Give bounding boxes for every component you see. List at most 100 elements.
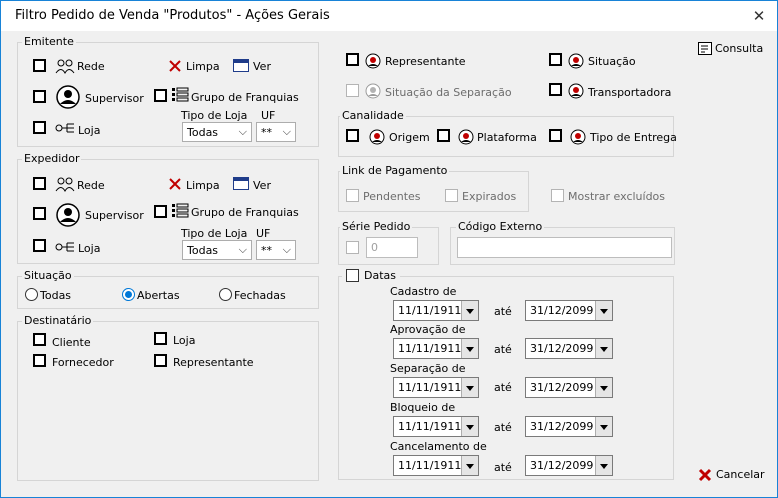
expedidor-uf-value: ** xyxy=(261,244,272,257)
expedidor-legend: Expedidor xyxy=(22,152,82,165)
dropdown-arrow-icon[interactable] xyxy=(461,378,478,397)
aprovacao-label: Aprovação de xyxy=(390,323,466,336)
dropdown-arrow-icon[interactable] xyxy=(595,417,612,436)
dropdown-arrow-icon[interactable] xyxy=(461,301,478,320)
emitente-supervisor-checkbox[interactable] xyxy=(33,90,46,103)
situacao-fechadas-radio[interactable] xyxy=(219,288,232,301)
close-button[interactable]: ✕ xyxy=(749,7,769,25)
bloqueio-label: Bloqueio de xyxy=(390,401,456,414)
cadastro-label: Cadastro de xyxy=(390,285,457,298)
dropdown-arrow-icon[interactable] xyxy=(461,456,478,475)
expedidor-tipo-loja-select[interactable]: Todas ⌵ xyxy=(182,240,252,260)
person-badge-icon xyxy=(369,129,385,145)
situacao-separacao-label: Situação da Separação xyxy=(385,86,512,99)
situacao-legend: Situação xyxy=(22,269,74,282)
situacao-filter-checkbox[interactable] xyxy=(549,53,562,66)
emitente-grupo-checkbox[interactable] xyxy=(154,89,167,102)
separacao-to-date[interactable]: 31/12/2099 xyxy=(525,377,613,398)
list-icon xyxy=(172,203,189,218)
expedidor-limpa-button[interactable]: Limpa xyxy=(186,179,220,192)
expedidor-ver-button[interactable]: Ver xyxy=(253,179,271,192)
mostrar-excluidos-checkbox[interactable] xyxy=(551,189,564,202)
expedidor-supervisor-checkbox[interactable] xyxy=(33,207,46,220)
situacao-separacao-checkbox[interactable] xyxy=(346,84,359,97)
situacao-filter-label: Situação xyxy=(588,55,636,68)
search-document-icon xyxy=(698,42,712,55)
bloqueio-to-date[interactable]: 31/12/2099 xyxy=(525,416,613,437)
destinatario-cliente-label: Cliente xyxy=(52,336,91,349)
emitente-ver-button[interactable]: Ver xyxy=(253,60,271,73)
datas-checkbox[interactable] xyxy=(346,269,359,282)
separacao-from-date[interactable]: 11/11/1911 xyxy=(393,377,479,398)
emitente-uf-select[interactable]: ** ⌵ xyxy=(256,122,296,142)
bloqueio-from-value: 11/11/1911 xyxy=(398,420,462,433)
transportadora-checkbox[interactable] xyxy=(549,83,562,96)
destinatario-representante-checkbox[interactable] xyxy=(154,354,167,367)
cancelamento-to-value: 31/12/2099 xyxy=(530,459,594,472)
bloqueio-from-date[interactable]: 11/11/1911 xyxy=(393,416,479,437)
emitente-rede-checkbox[interactable] xyxy=(33,59,46,72)
expirados-label: Expirados xyxy=(462,190,517,203)
cadastro-from-date[interactable]: 11/11/1911 xyxy=(393,300,479,321)
aprovacao-to-date[interactable]: 31/12/2099 xyxy=(525,338,613,359)
expedidor-uf-select[interactable]: ** ⌵ xyxy=(256,240,296,260)
separacao-from-value: 11/11/1911 xyxy=(398,381,462,394)
serie-pedido-input[interactable]: 0 xyxy=(366,237,418,258)
expedidor-loja-checkbox[interactable] xyxy=(33,239,46,252)
dropdown-arrow-icon[interactable] xyxy=(461,417,478,436)
separacao-to-value: 31/12/2099 xyxy=(530,381,594,394)
cadastro-to-date[interactable]: 31/12/2099 xyxy=(525,300,613,321)
separacao-label: Separação de xyxy=(390,362,466,375)
tipo-entrega-checkbox[interactable] xyxy=(549,129,562,142)
cancelar-label: Cancelar xyxy=(716,468,765,481)
serie-pedido-checkbox[interactable] xyxy=(346,241,359,254)
situacao-todas-radio[interactable] xyxy=(25,288,38,301)
consulta-button[interactable]: Consulta xyxy=(698,41,763,59)
emitente-loja-checkbox[interactable] xyxy=(33,121,46,134)
representante-label: Representante xyxy=(385,55,466,68)
clear-x-icon[interactable] xyxy=(168,177,182,191)
expedidor-tipo-loja-value: Todas xyxy=(187,244,219,257)
emitente-tipo-loja-select[interactable]: Todas ⌵ xyxy=(182,122,252,142)
codigo-externo-input[interactable] xyxy=(457,237,672,258)
chevron-down-icon: ⌵ xyxy=(238,243,247,256)
expedidor-rede-checkbox[interactable] xyxy=(33,177,46,190)
window-view-icon[interactable] xyxy=(233,177,249,190)
expedidor-grupo-label: Grupo de Franquias xyxy=(191,206,299,219)
cancelamento-from-date[interactable]: 11/11/1911 xyxy=(393,455,479,476)
emitente-loja-label: Loja xyxy=(78,124,101,137)
destinatario-loja-checkbox[interactable] xyxy=(154,332,167,345)
expirados-checkbox[interactable] xyxy=(445,189,458,202)
window-view-icon[interactable] xyxy=(233,59,249,72)
destinatario-fornecedor-label: Fornecedor xyxy=(52,356,114,369)
cadastro-from-value: 11/11/1911 xyxy=(398,304,462,317)
aprovacao-from-date[interactable]: 11/11/1911 xyxy=(393,338,479,359)
destinatario-fornecedor-checkbox[interactable] xyxy=(33,354,46,367)
origem-checkbox[interactable] xyxy=(346,129,359,142)
dropdown-arrow-icon[interactable] xyxy=(461,339,478,358)
dropdown-arrow-icon[interactable] xyxy=(595,301,612,320)
expedidor-uf-label: UF xyxy=(256,227,271,240)
title-bar[interactable]: Filtro Pedido de Venda "Produtos" - Açõe… xyxy=(1,1,777,31)
rede-icon xyxy=(55,177,75,192)
dropdown-arrow-icon[interactable] xyxy=(595,378,612,397)
situacao-abertas-radio[interactable] xyxy=(122,288,135,301)
expedidor-grupo-checkbox[interactable] xyxy=(154,205,167,218)
plataforma-label: Plataforma xyxy=(477,131,537,144)
person-badge-icon xyxy=(568,83,584,99)
ate-label: até xyxy=(494,461,512,474)
representante-checkbox[interactable] xyxy=(346,53,359,66)
cancelamento-to-date[interactable]: 31/12/2099 xyxy=(525,455,613,476)
emitente-limpa-button[interactable]: Limpa xyxy=(186,60,220,73)
plataforma-checkbox[interactable] xyxy=(437,129,450,142)
clear-x-icon[interactable] xyxy=(168,59,182,73)
destinatario-cliente-checkbox[interactable] xyxy=(33,333,46,346)
dropdown-arrow-icon[interactable] xyxy=(595,339,612,358)
datas-legend: Datas xyxy=(364,269,396,282)
expedidor-rede-label: Rede xyxy=(77,179,105,192)
emitente-uf-label: UF xyxy=(261,109,276,122)
cancelar-button[interactable]: Cancelar xyxy=(698,467,765,485)
pendentes-checkbox[interactable] xyxy=(346,189,359,202)
dropdown-arrow-icon[interactable] xyxy=(595,456,612,475)
emitente-supervisor-label: Supervisor xyxy=(85,92,144,105)
